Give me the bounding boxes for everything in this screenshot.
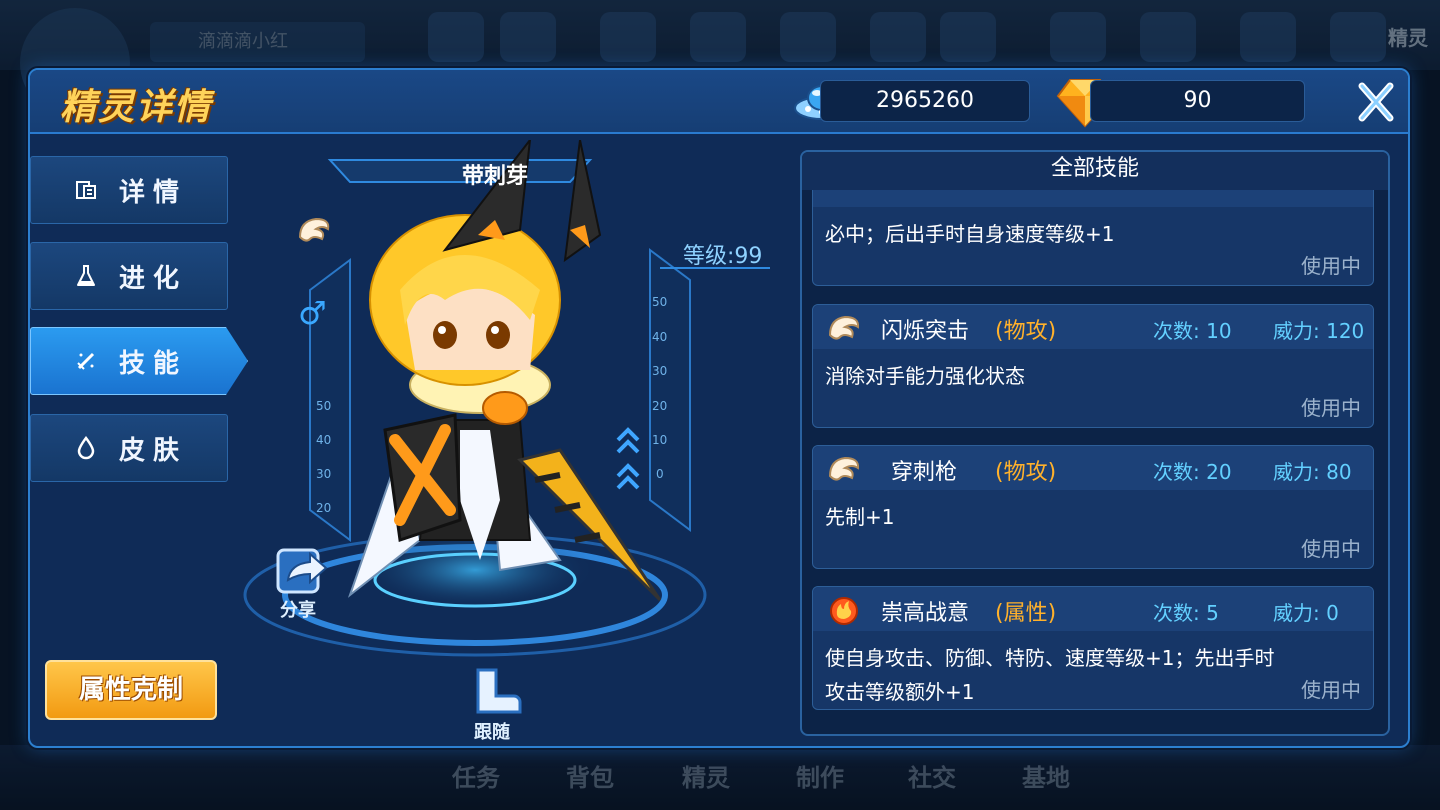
- sprite-character: [347, 140, 662, 602]
- skill-power: 威力: 80: [1273, 460, 1352, 484]
- follow-label: 跟随: [474, 722, 510, 743]
- male-icon: ♂: [298, 294, 327, 332]
- skills-panel: 全部技能 必中；后出手时自身速度等级+1 使用中 闪烁突击 (物攻) 次数: 1…: [800, 150, 1390, 736]
- sprite-level: 等级:99: [683, 244, 763, 269]
- drop-icon: [73, 435, 99, 461]
- skill-description: 使自身攻击、防御、特防、速度等级+1；先出手时攻击等级额外+1: [825, 646, 1275, 704]
- skill-card[interactable]: 闪烁突击 (物攻) 次数: 10 威力: 120 消除对手能力强化状态 使用中: [812, 304, 1374, 428]
- tab-skins-label: 皮肤: [119, 435, 188, 466]
- skill-status: 使用中: [1301, 537, 1361, 561]
- fire-icon: [830, 597, 858, 625]
- share-label: 分享: [280, 600, 316, 621]
- skill-name: 崇高战意: [881, 601, 970, 626]
- skill-category: (物攻): [995, 319, 1057, 344]
- skill-status: 使用中: [1301, 396, 1361, 420]
- flask-icon: [73, 263, 99, 289]
- skill-category: (物攻): [995, 460, 1057, 485]
- skill-description: 先制+1: [825, 505, 895, 529]
- svg-text:10: 10: [652, 433, 667, 447]
- svg-text:40: 40: [316, 433, 331, 447]
- svg-text:50: 50: [652, 295, 667, 309]
- close-icon[interactable]: [1350, 78, 1402, 126]
- wing-icon: [828, 456, 860, 481]
- tab-skills-label: 技能: [119, 348, 188, 379]
- type-counter-button[interactable]: 属性克制: [45, 660, 217, 720]
- tab-details[interactable]: 详情: [30, 156, 228, 224]
- wing-icon: [828, 315, 860, 340]
- skill-description: 消除对手能力强化状态: [825, 364, 1025, 388]
- skill-power: 威力: 0: [1273, 601, 1339, 625]
- tab-skins[interactable]: 皮肤: [30, 414, 228, 482]
- skills-panel-title: 全部技能: [802, 152, 1388, 190]
- diamond-balance: 90: [1090, 80, 1305, 122]
- sword-icon: [73, 348, 99, 374]
- page-title: 精灵详情: [60, 87, 213, 128]
- svg-text:30: 30: [316, 467, 331, 481]
- skill-power: 威力: 120: [1273, 319, 1365, 343]
- sprite-name: 带刺芽: [462, 164, 529, 189]
- skill-uses: 次数: 10: [1153, 319, 1232, 343]
- tab-evolution-label: 进化: [119, 263, 188, 294]
- skill-uses: 次数: 20: [1153, 460, 1232, 484]
- skill-status: 使用中: [1301, 254, 1361, 278]
- skill-card[interactable]: 穿刺枪 (物攻) 次数: 20 威力: 80 先制+1 使用中: [812, 445, 1374, 569]
- skill-card[interactable]: 崇高战意 (属性) 次数: 5 威力: 0 使自身攻击、防御、特防、速度等级+1…: [812, 586, 1374, 710]
- svg-text:50: 50: [316, 399, 331, 413]
- tab-details-label: 详情: [119, 177, 188, 208]
- svg-text:30: 30: [652, 364, 667, 378]
- coin-balance: 2965260: [820, 80, 1030, 122]
- skill-uses: 次数: 5: [1153, 601, 1219, 625]
- card-icon: [73, 177, 99, 203]
- wing-type-icon: [298, 217, 330, 242]
- tab-skills[interactable]: 技能: [30, 327, 248, 395]
- svg-text:40: 40: [652, 330, 667, 344]
- svg-text:20: 20: [316, 501, 331, 515]
- skill-category: (属性): [995, 601, 1057, 626]
- tab-evolution[interactable]: 进化: [30, 242, 228, 310]
- skill-name: 穿刺枪: [891, 460, 958, 485]
- skill-status: 使用中: [1301, 678, 1361, 702]
- skill-description: 必中；后出手时自身速度等级+1: [825, 222, 1115, 246]
- svg-text:0: 0: [656, 467, 664, 481]
- svg-text:20: 20: [652, 399, 667, 413]
- skill-name: 闪烁突击: [881, 319, 970, 344]
